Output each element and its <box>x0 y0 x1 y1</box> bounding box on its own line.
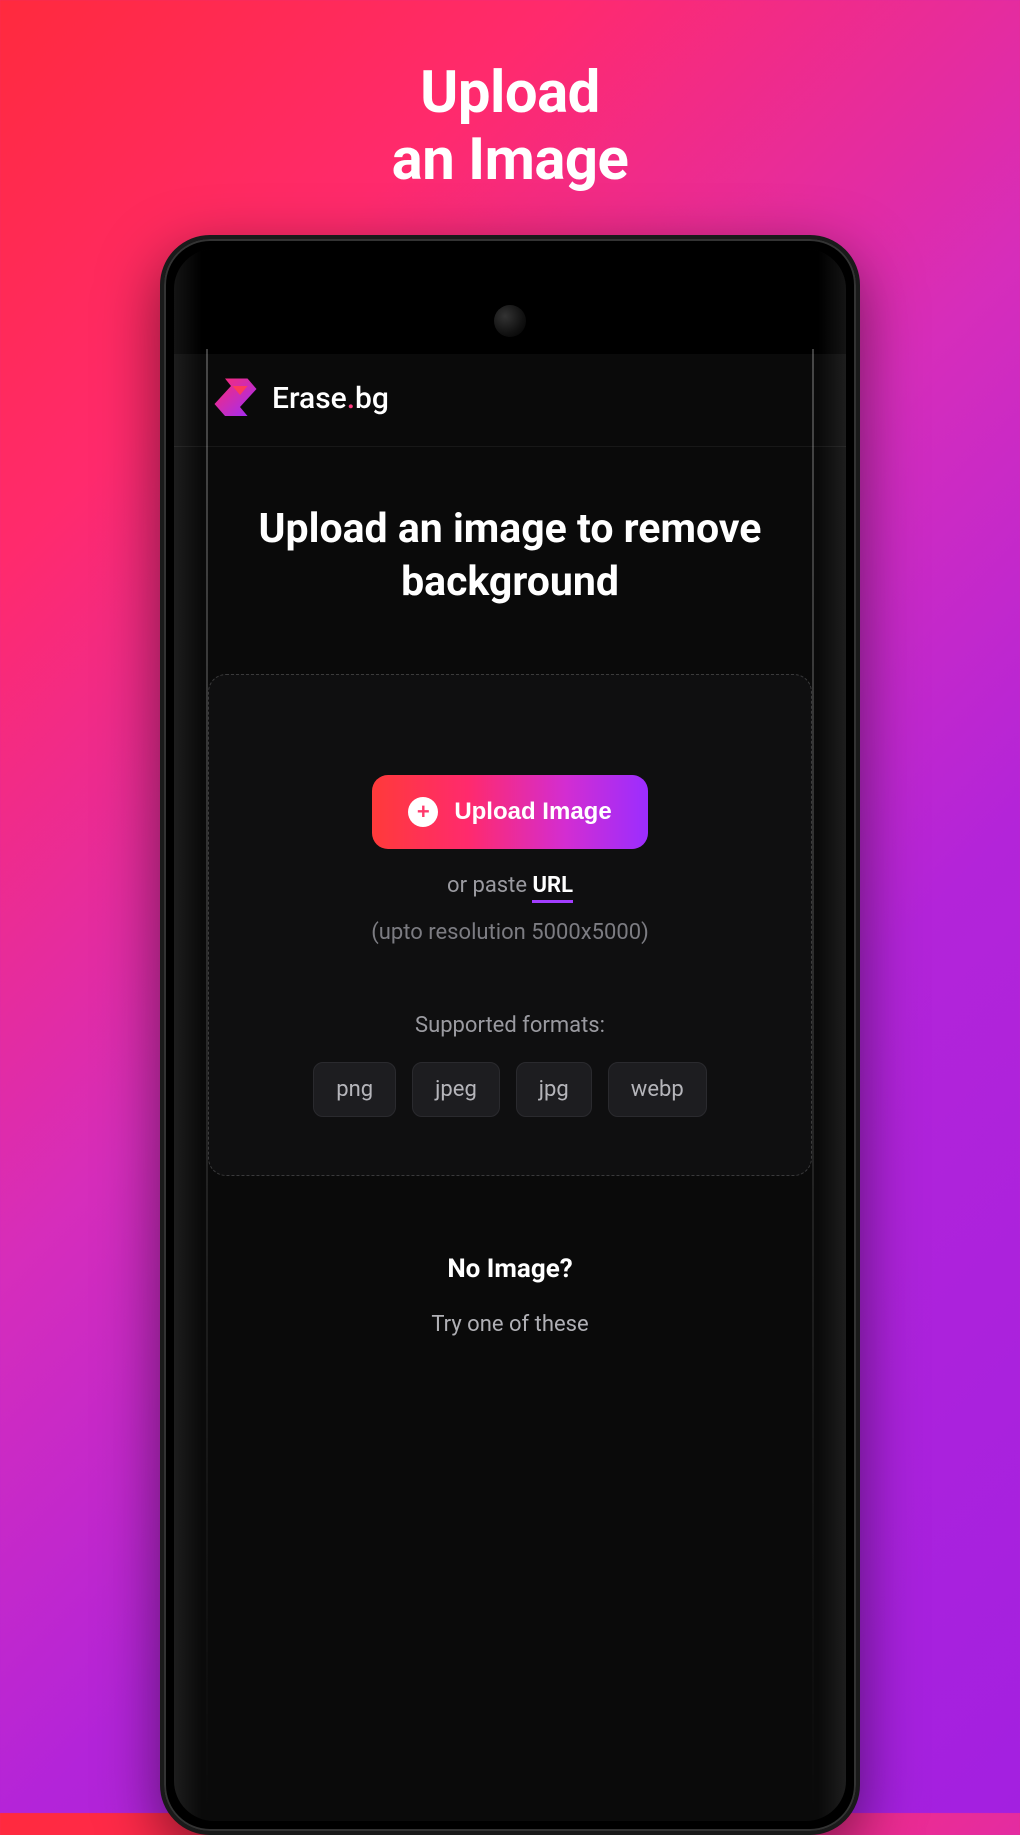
paste-prefix: or paste <box>447 873 532 898</box>
format-pill-png: png <box>313 1062 396 1117</box>
paste-url-link[interactable]: URL <box>532 873 573 903</box>
app-name-dot: . <box>347 381 355 416</box>
app-name-suffix: bg <box>355 381 389 416</box>
promo-line-2: an Image <box>0 127 1020 194</box>
phone-frame: Erase.bg Upload an image to remove backg… <box>160 235 860 1835</box>
no-image-title: No Image? <box>208 1254 812 1284</box>
promo-title: Upload an Image <box>0 0 1020 193</box>
try-one-text: Try one of these <box>208 1312 812 1337</box>
edge-line-right <box>812 349 814 1821</box>
paste-line: or paste URL <box>231 873 789 898</box>
main-content: Upload an image to remove background + U… <box>174 447 846 1337</box>
app-name-prefix: Erase <box>272 381 347 416</box>
edge-line-left <box>206 349 208 1821</box>
no-image-section: No Image? Try one of these <box>208 1254 812 1337</box>
format-pill-jpg: jpg <box>516 1062 592 1117</box>
status-bar <box>174 249 846 354</box>
app-name: Erase.bg <box>272 381 389 416</box>
formats-label: Supported formats: <box>231 1013 789 1038</box>
plus-icon: + <box>408 797 438 827</box>
upload-panel: + Upload Image or paste URL (upto resolu… <box>208 674 812 1176</box>
resolution-hint: (upto resolution 5000x5000) <box>231 920 789 945</box>
page-heading: Upload an image to remove background <box>208 503 812 610</box>
promo-line-1: Upload <box>0 60 1020 127</box>
app-header: Erase.bg <box>174 354 846 447</box>
phone-screen: Erase.bg Upload an image to remove backg… <box>174 249 846 1821</box>
format-pill-webp: webp <box>608 1062 707 1117</box>
format-pill-jpeg: jpeg <box>412 1062 500 1117</box>
upload-image-button[interactable]: + Upload Image <box>372 775 647 849</box>
app-logo-icon <box>210 374 258 422</box>
upload-button-label: Upload Image <box>454 798 611 826</box>
front-camera <box>494 305 526 337</box>
format-pills: png jpeg jpg webp <box>231 1062 789 1117</box>
